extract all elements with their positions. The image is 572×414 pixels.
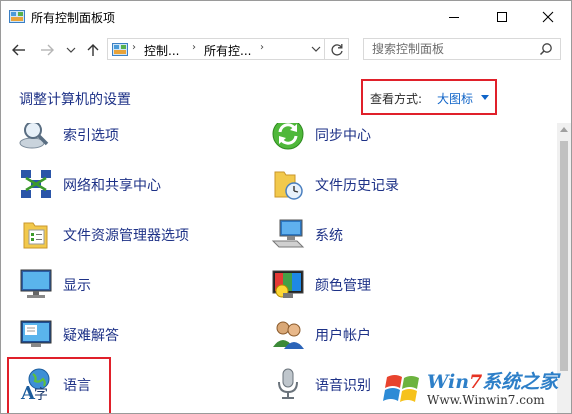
control-panel-icon	[112, 43, 128, 56]
item-display[interactable]: 显示	[19, 267, 249, 307]
item-label: 同步中心	[315, 128, 371, 144]
control-panel-window: 所有控制面板项 › 控制... › 所有控... › 搜索控制面板 调整计算机的…	[0, 0, 572, 414]
file-history-icon	[274, 171, 303, 200]
watermark-url: Www.Winwin7.com	[427, 393, 545, 407]
navigation-bar: › 控制... › 所有控... ›	[1, 35, 571, 65]
item-label: 用户帐户	[315, 328, 371, 344]
scroll-up-icon[interactable]	[560, 127, 568, 132]
forward-button[interactable]	[37, 39, 57, 61]
watermark-brand-seven: 7	[469, 371, 483, 393]
arrow-up-icon	[87, 44, 99, 56]
chevron-down-icon[interactable]	[311, 43, 321, 55]
arrow-left-icon	[12, 44, 25, 56]
maximize-icon	[497, 12, 507, 22]
item-file-history[interactable]: 文件历史记录	[271, 167, 501, 207]
view-by-control: 查看方式: 大图标	[361, 79, 497, 115]
chevron-right-icon[interactable]: ›	[192, 42, 196, 53]
item-label: 显示	[63, 278, 91, 294]
address-divider	[324, 39, 325, 59]
arrow-right-icon	[41, 44, 54, 56]
control-panel-icon	[9, 10, 25, 23]
window-title: 所有控制面板项	[31, 11, 116, 25]
troubleshooting-icon	[20, 320, 52, 347]
item-label: 颜色管理	[315, 278, 371, 294]
speech-recognition-icon	[278, 368, 298, 399]
item-user-accounts[interactable]: 用户帐户	[271, 317, 501, 357]
item-label: 文件历史记录	[315, 178, 399, 194]
item-label: 文件资源管理器选项	[63, 228, 189, 244]
page-title: 调整计算机的设置	[19, 92, 131, 108]
search-input[interactable]	[364, 39, 542, 59]
close-icon	[542, 11, 554, 23]
close-button[interactable]	[525, 1, 571, 33]
language-highlight	[7, 357, 111, 413]
breadcrumb-control-panel[interactable]: 控制...	[144, 42, 179, 59]
chevron-down-icon	[66, 47, 76, 53]
chevron-right-icon: ›	[132, 42, 136, 53]
search-box[interactable]	[363, 38, 561, 60]
network-icon	[21, 170, 51, 198]
windows-logo-icon	[383, 375, 419, 402]
watermark: Win7系统之家 Www.Winwin7.com	[383, 365, 571, 413]
item-color-management[interactable]: 颜色管理	[271, 267, 501, 307]
item-label: 网络和共享中心	[63, 178, 161, 194]
display-icon	[20, 269, 52, 298]
item-troubleshooting[interactable]: 疑难解答	[19, 317, 249, 357]
item-sync-center[interactable]: 同步中心	[271, 123, 501, 157]
watermark-brand-suffix: 系统之家	[482, 371, 559, 393]
item-network-sharing-center[interactable]: 网络和共享中心	[19, 167, 249, 207]
user-accounts-icon	[273, 321, 304, 349]
chevron-right-icon[interactable]: ›	[260, 42, 264, 53]
up-button[interactable]	[83, 39, 103, 61]
item-label: 系统	[315, 228, 343, 244]
item-label: 索引选项	[63, 128, 119, 144]
item-label: 语音识别	[315, 378, 371, 394]
address-bar[interactable]: › 控制... › 所有控... ›	[107, 38, 349, 60]
watermark-brand: Win7系统之家	[427, 367, 558, 394]
back-button[interactable]	[9, 39, 29, 61]
color-management-icon	[272, 270, 304, 298]
view-by-label: 查看方式:	[370, 92, 423, 106]
recent-locations-button[interactable]	[61, 39, 81, 61]
folder-options-icon	[23, 222, 48, 249]
title-bar[interactable]: 所有控制面板项	[1, 1, 571, 33]
watermark-brand-prefix: Win	[427, 371, 470, 393]
maximize-button[interactable]	[479, 1, 525, 33]
item-label: 疑难解答	[63, 328, 119, 344]
refresh-icon[interactable]	[329, 42, 345, 58]
breadcrumb-all-items[interactable]: 所有控...	[204, 42, 251, 59]
item-system[interactable]: 系统	[271, 217, 501, 257]
view-by-dropdown[interactable]: 大图标	[437, 90, 473, 107]
minimize-button[interactable]	[431, 1, 477, 33]
system-icon	[271, 219, 305, 248]
indexing-options-icon	[19, 123, 49, 149]
item-file-explorer-options[interactable]: 文件资源管理器选项	[19, 217, 249, 257]
sync-center-icon	[272, 123, 304, 150]
minimize-icon	[449, 17, 459, 18]
item-indexing-options[interactable]: 索引选项	[19, 123, 249, 157]
search-icon[interactable]	[539, 42, 553, 56]
scroll-thumb[interactable]	[560, 141, 568, 371]
caret-down-icon[interactable]	[481, 95, 489, 100]
